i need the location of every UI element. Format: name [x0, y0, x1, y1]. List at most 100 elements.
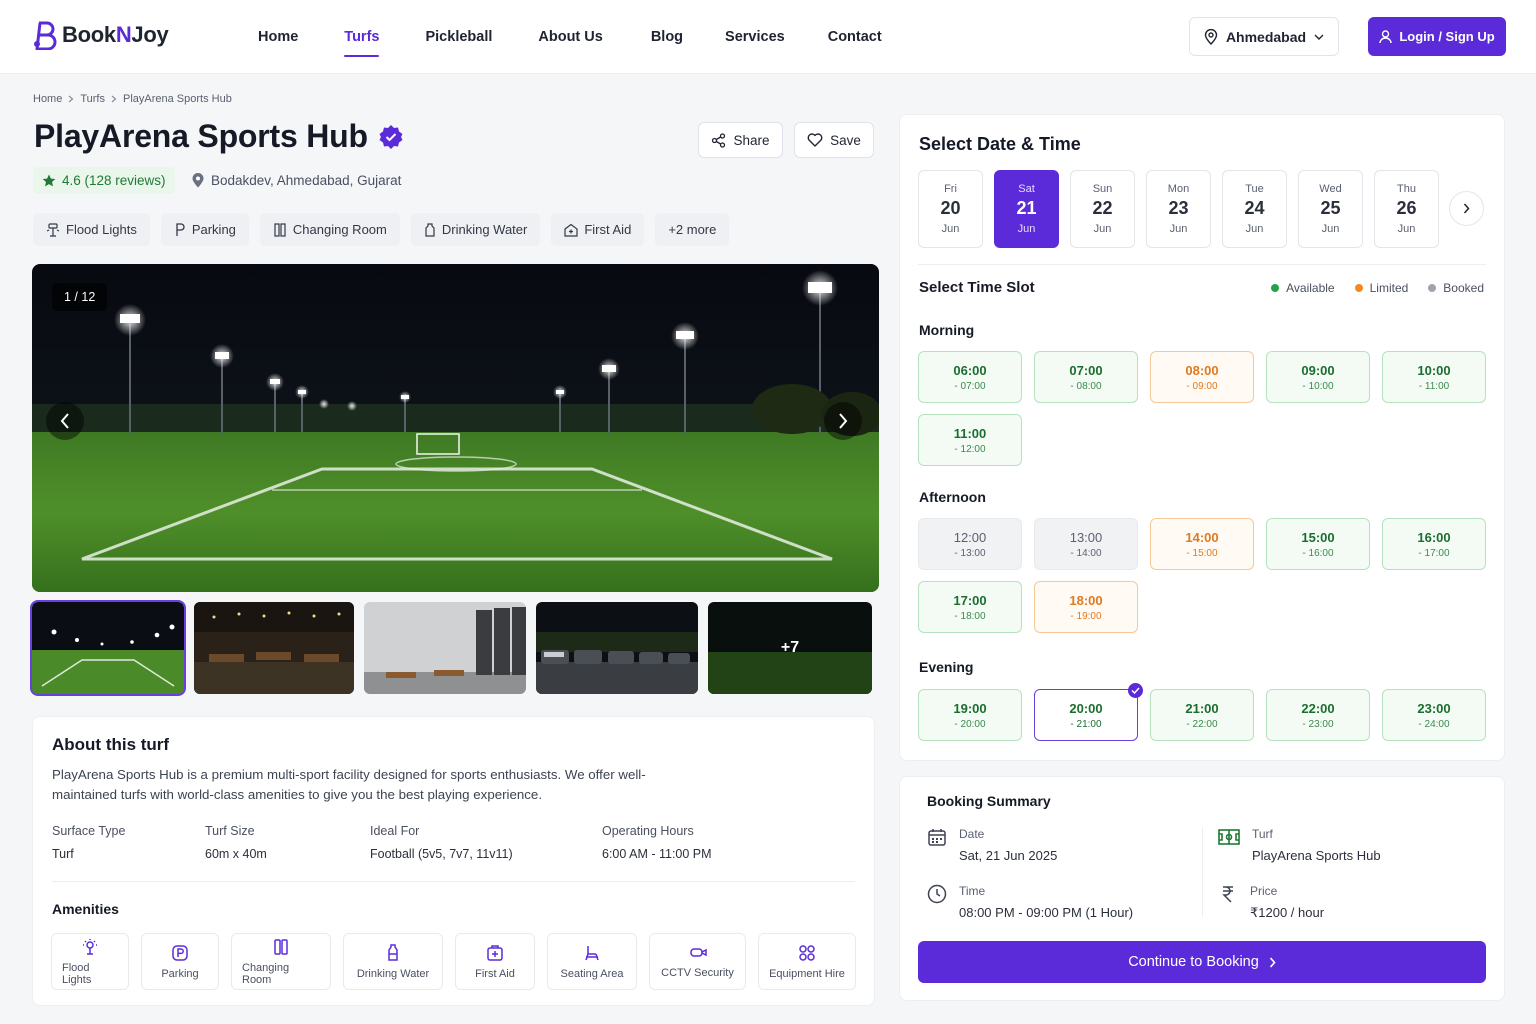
- seat-icon: [585, 945, 599, 960]
- slot-20-00-selected[interactable]: 20:00- 21:00: [1034, 683, 1143, 741]
- slot-09-00[interactable]: 09:00- 10:00: [1266, 351, 1370, 403]
- amenity-first-aid: First Aid: [455, 933, 535, 990]
- slot-19-00[interactable]: 19:00- 20:00: [918, 689, 1022, 741]
- clock-icon: [927, 884, 947, 904]
- rupee-icon: [1222, 886, 1233, 903]
- date-thu-26[interactable]: Thu 26 Jun: [1374, 170, 1439, 248]
- more-photos-count: +7: [708, 602, 872, 694]
- slot-10-00[interactable]: 10:00- 11:00: [1382, 351, 1486, 403]
- date-tue-24[interactable]: Tue 24 Jun: [1222, 170, 1287, 248]
- slot-13-00: 13:00- 14:00: [1034, 518, 1138, 570]
- save-button[interactable]: Save: [794, 122, 874, 158]
- pitch-icon: [1218, 829, 1240, 845]
- breadcrumb: Home Turfs PlayArena Sports Hub: [33, 93, 232, 105]
- chip-first-aid: First Aid: [551, 213, 645, 246]
- date-sun-22[interactable]: Sun 22 Jun: [1070, 170, 1135, 248]
- location-label: Ahmedabad: [1225, 28, 1307, 45]
- equipment-icon: [799, 944, 815, 961]
- slot-23-00[interactable]: 23:00- 24:00: [1382, 689, 1486, 741]
- thumbnail-turf[interactable]: [30, 600, 186, 696]
- chevron-right-icon: [1463, 203, 1470, 214]
- brand-name: BookNJoy: [62, 22, 169, 47]
- login-signup-button[interactable]: Login / Sign Up: [1368, 17, 1506, 56]
- verified-badge-icon: [379, 124, 403, 149]
- location-pin-icon: [192, 173, 204, 188]
- slot-06-00[interactable]: 06:00- 07:00: [918, 351, 1022, 403]
- slot-12-00: 12:00- 13:00: [918, 518, 1022, 570]
- nav-turfs[interactable]: Turfs: [344, 0, 380, 74]
- nav-services[interactable]: Services: [725, 0, 785, 74]
- venue-title: PlayArena Sports Hub: [34, 118, 368, 154]
- water-bottle-icon: [425, 222, 435, 237]
- parking-icon: [176, 222, 185, 236]
- location-selector[interactable]: Ahmedabad: [1189, 17, 1339, 56]
- nav-contact[interactable]: Contact: [828, 0, 882, 74]
- breadcrumb-turfs[interactable]: Turfs: [80, 93, 105, 105]
- first-aid-icon: [487, 944, 503, 961]
- about-card: About this turf PlayArena Sports Hub is …: [32, 716, 875, 1006]
- evening-label: Evening: [919, 659, 974, 675]
- gallery-prev-button[interactable]: [46, 402, 84, 440]
- nav-home[interactable]: Home: [258, 0, 298, 74]
- amenity-seating-area: Seating Area: [547, 933, 637, 990]
- about-divider: [52, 881, 855, 882]
- nav-about-us[interactable]: About Us: [538, 0, 602, 74]
- morning-label: Morning: [919, 322, 975, 338]
- thumbnail-seating-image: [194, 602, 354, 694]
- slot-14-00[interactable]: 14:00- 15:00: [1150, 518, 1254, 570]
- chip-more[interactable]: +2 more: [655, 213, 730, 246]
- next-dates-button[interactable]: [1449, 191, 1484, 226]
- date-mon-23[interactable]: Mon 23 Jun: [1146, 170, 1211, 248]
- date-sat-21[interactable]: Sat 21 Jun: [994, 170, 1059, 248]
- gallery-next-button[interactable]: [824, 402, 862, 440]
- amenities-title: Amenities: [52, 901, 119, 917]
- share-label: Share: [733, 132, 770, 148]
- flood-light-icon: [46, 222, 60, 237]
- slot-18-00[interactable]: 18:00- 19:00: [1034, 581, 1138, 633]
- nav-blog[interactable]: Blog: [651, 0, 683, 74]
- continue-booking-button[interactable]: Continue to Booking: [918, 941, 1486, 983]
- brand-logo[interactable]: BookNJoy: [32, 20, 169, 50]
- booking-title: Select Date & Time: [919, 134, 1081, 154]
- thumbnail-more[interactable]: +7: [708, 602, 872, 694]
- panel-divider: [918, 264, 1486, 265]
- flood-light-icon: [83, 938, 97, 955]
- evening-slots: 19:00- 20:00 20:00- 21:00 21:00- 22:00 2…: [918, 683, 1486, 741]
- slot-22-00[interactable]: 22:00- 23:00: [1266, 689, 1370, 741]
- nav-pickleball[interactable]: Pickleball: [425, 0, 492, 74]
- amenity-chips: Flood Lights Parking Changing Room Drink…: [33, 213, 730, 246]
- slot-08-00[interactable]: 08:00- 09:00: [1150, 351, 1254, 403]
- amenity-equipment-hire: Equipment Hire: [758, 933, 856, 990]
- gallery-counter: 1 / 12: [52, 283, 108, 311]
- chip-changing-room: Changing Room: [259, 213, 400, 246]
- calendar-icon: [928, 829, 946, 846]
- chevron-right-icon: [68, 95, 74, 103]
- turf-night-photo: [32, 264, 879, 592]
- gallery-main-image[interactable]: [32, 264, 879, 592]
- slot-17-00[interactable]: 17:00- 18:00: [918, 581, 1022, 633]
- chevron-right-icon: [839, 413, 848, 429]
- time-slot-title: Select Time Slot: [919, 279, 1035, 296]
- slot-07-00[interactable]: 07:00- 08:00: [1034, 351, 1138, 403]
- slot-16-00[interactable]: 16:00- 17:00: [1382, 518, 1486, 570]
- date-wed-25[interactable]: Wed 25 Jun: [1298, 170, 1363, 248]
- thumbnail-parking[interactable]: [536, 602, 698, 694]
- thumbnail-changing-room[interactable]: [364, 602, 526, 694]
- slot-15-00[interactable]: 15:00- 16:00: [1266, 518, 1370, 570]
- date-fri-20[interactable]: Fri 20 Jun: [918, 170, 983, 248]
- rating-text: 4.6 (128 reviews): [62, 173, 166, 188]
- share-icon: [712, 132, 726, 148]
- spec-operating-hours: Operating Hours 6:00 AM - 11:00 PM: [602, 824, 712, 861]
- slot-21-00[interactable]: 21:00- 22:00: [1150, 689, 1254, 741]
- amenities-list: Flood Lights Parking Changing Room Drink…: [51, 933, 856, 990]
- booking-summary: Booking Summary Date Sat, 21 Jun 2025 Tim…: [899, 776, 1505, 1001]
- address-text: Bodakdev, Ahmedabad, Gujarat: [211, 173, 402, 188]
- legend-limited: Limited: [1354, 281, 1408, 295]
- slot-11-00[interactable]: 11:00- 12:00: [918, 414, 1022, 466]
- breadcrumb-home[interactable]: Home: [33, 93, 62, 105]
- chevron-right-icon: [1269, 956, 1276, 968]
- share-button[interactable]: Share: [698, 122, 783, 158]
- thumbnail-seating[interactable]: [194, 602, 354, 694]
- chip-parking: Parking: [160, 213, 249, 246]
- chevron-down-icon: [1314, 34, 1324, 40]
